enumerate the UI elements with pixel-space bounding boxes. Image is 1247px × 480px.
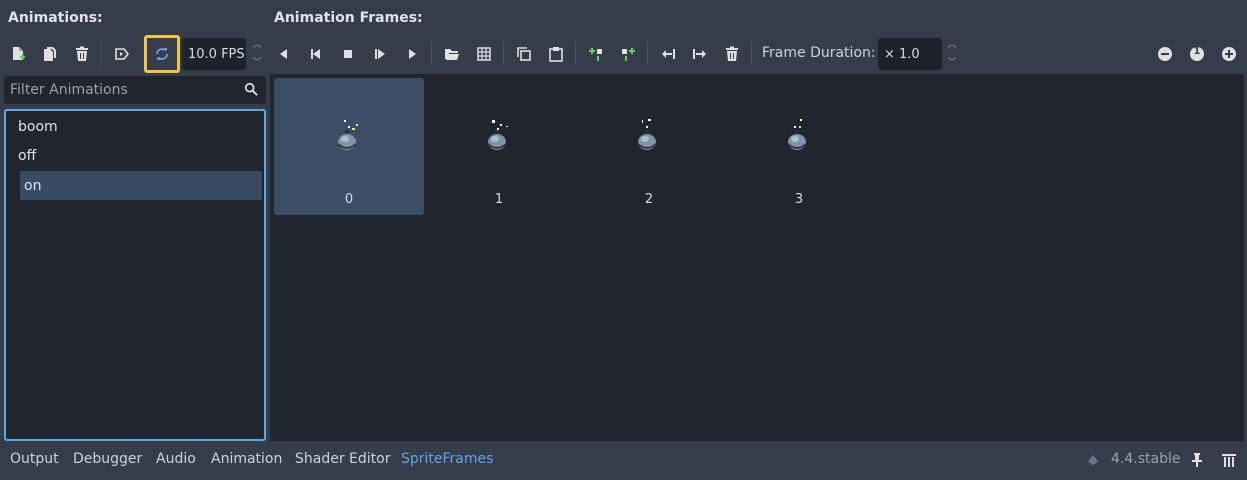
play-backwards-button[interactable]	[269, 38, 299, 70]
insert-empty-before-button[interactable]	[581, 38, 611, 70]
autoplay-on-load-button[interactable]	[107, 38, 137, 70]
paste-icon	[549, 47, 563, 62]
new-file-icon	[13, 47, 25, 60]
frame-label-3: 3	[794, 192, 804, 207]
copy-frame-button[interactable]	[509, 38, 539, 70]
tab-animation[interactable]: Animation	[211, 451, 282, 467]
fps-spinbox[interactable]: 10.0 FPS	[182, 38, 246, 70]
play-button[interactable]	[397, 38, 427, 70]
move-right-icon	[693, 49, 706, 59]
folder-open-icon	[445, 49, 459, 60]
frame-duration-label: Frame Duration:	[762, 45, 876, 61]
frame-label-1: 1	[494, 192, 504, 207]
insert-before-icon	[589, 48, 602, 61]
bomb-sprite-icon	[487, 120, 508, 150]
tab-audio[interactable]: Audio	[156, 451, 196, 467]
filter-placeholder: Filter Animations	[10, 82, 128, 98]
animation-item-boom[interactable]: boom	[14, 112, 256, 141]
chevron-down-icon[interactable]: ﹀	[947, 56, 956, 70]
trash-icon	[76, 46, 88, 61]
fps-spin-arrows[interactable]: ︿ ﹀	[250, 38, 264, 70]
godot-version-icon	[1087, 454, 1099, 466]
play-icon	[409, 49, 416, 59]
add-frame-from-file-button[interactable]	[437, 38, 467, 70]
stop-icon	[344, 50, 352, 58]
play-from-start-icon	[375, 49, 385, 59]
loop-highlight-box	[144, 35, 180, 73]
move-frame-left-button[interactable]	[653, 38, 683, 70]
frame-thumbnail-2[interactable]: 2	[574, 78, 724, 215]
chevron-up-icon[interactable]: ︿	[252, 38, 261, 52]
animations-header: Animations:	[8, 10, 103, 26]
paste-frame-button[interactable]	[541, 38, 571, 70]
frame-label-2: 2	[644, 192, 654, 207]
play-backwards-from-end-button[interactable]	[301, 38, 331, 70]
tab-spriteframes[interactable]: SpriteFrames	[401, 451, 493, 467]
bomb-sprite-icon	[637, 119, 657, 150]
zoom-out-icon	[1158, 47, 1172, 61]
stop-button[interactable]	[333, 38, 363, 70]
version-label: 4.4.stable	[1111, 451, 1181, 467]
copy-icon	[517, 47, 531, 61]
frame-thumbnail-3[interactable]: 3	[724, 78, 874, 215]
pin-icon	[1192, 453, 1202, 467]
bomb-sprite-icon	[337, 120, 358, 150]
play-backwards-icon	[280, 49, 287, 59]
autoplay-icon	[115, 48, 130, 60]
animation-item-off[interactable]: off	[14, 141, 256, 170]
bomb-sprite-icon	[787, 119, 807, 150]
zoom-reset-label: 1	[1193, 46, 1201, 57]
chevron-down-icon[interactable]: ﹀	[252, 56, 261, 70]
zoom-out-button[interactable]	[1150, 38, 1180, 70]
pin-panel-button[interactable]	[1182, 445, 1212, 475]
frame-duration-spinbox[interactable]: × 1.0	[878, 38, 942, 70]
tab-output[interactable]: Output	[10, 451, 59, 467]
zoom-reset-button[interactable]: 1	[1182, 38, 1212, 70]
insert-after-icon	[622, 48, 635, 61]
search-icon	[244, 82, 258, 96]
animation-frames-header: Animation Frames:	[274, 10, 423, 26]
zoom-in-button[interactable]	[1214, 38, 1244, 70]
duplicate-icon	[44, 47, 56, 61]
chevron-up-icon[interactable]: ︿	[947, 38, 956, 52]
filter-animations-input[interactable]: Filter Animations	[4, 76, 266, 104]
tab-shader-editor[interactable]: Shader Editor	[295, 451, 390, 467]
expand-icon	[1222, 454, 1236, 467]
expand-panel-button[interactable]	[1214, 445, 1244, 475]
new-animation-button[interactable]	[3, 38, 33, 70]
move-left-icon	[662, 49, 675, 59]
move-frame-right-button[interactable]	[685, 38, 715, 70]
add-frames-from-sheet-button[interactable]	[469, 38, 499, 70]
tab-debugger[interactable]: Debugger	[73, 451, 142, 467]
frame-label-0: 0	[344, 192, 354, 207]
insert-empty-after-button[interactable]	[613, 38, 643, 70]
frame-duration-spin-arrows[interactable]: ︿ ﹀	[945, 38, 959, 70]
trash-icon	[726, 46, 738, 61]
delete-animation-button[interactable]	[67, 38, 97, 70]
play-backwards-from-end-icon	[311, 49, 320, 59]
grid-icon	[477, 47, 491, 61]
duplicate-animation-button[interactable]	[35, 38, 65, 70]
play-from-start-button[interactable]	[365, 38, 395, 70]
animation-item-on[interactable]: on	[20, 171, 262, 200]
frame-thumbnail-1[interactable]: 1	[424, 78, 574, 215]
zoom-in-icon	[1222, 47, 1236, 61]
delete-frame-button[interactable]	[717, 38, 747, 70]
frame-thumbnail-0[interactable]: 0	[274, 78, 424, 215]
